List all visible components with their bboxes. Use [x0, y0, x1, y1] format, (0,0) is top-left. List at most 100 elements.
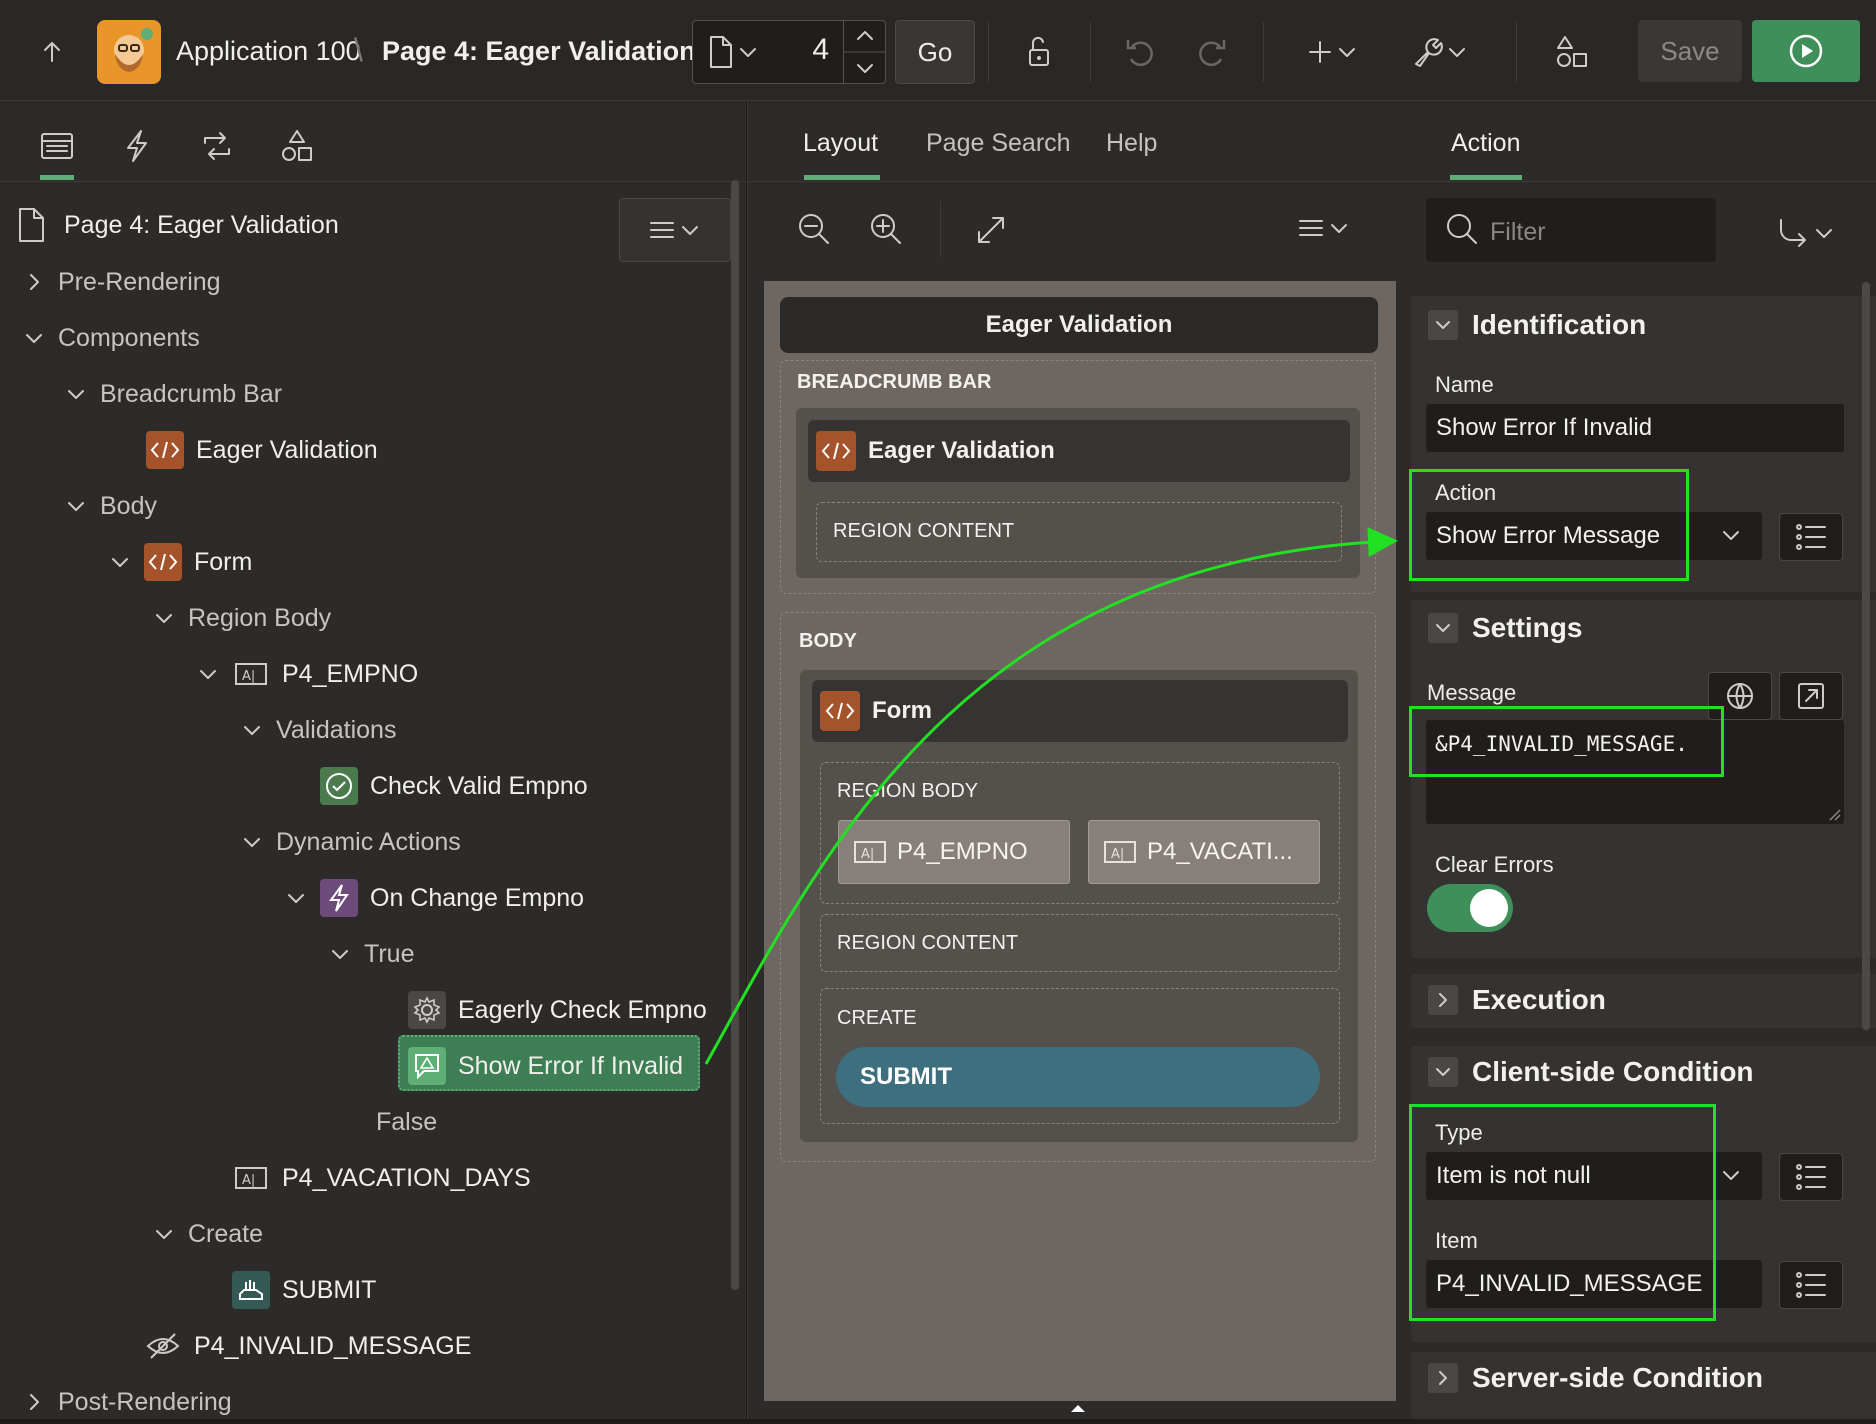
open-editor-button[interactable]	[1779, 672, 1843, 720]
tree-node-dynamic-actions[interactable]: Dynamic Actions	[238, 820, 461, 864]
tree-node-label: Create	[188, 1219, 264, 1248]
chevron-down-icon[interactable]	[106, 548, 134, 576]
chevron-down-icon[interactable]	[1428, 613, 1458, 643]
chevron-down-icon[interactable]	[62, 380, 90, 408]
tree-node-create[interactable]: Create	[150, 1212, 263, 1256]
chevron-down-icon[interactable]	[1720, 1164, 1742, 1186]
tree-node-validations[interactable]: Validations	[238, 708, 396, 752]
lock-icon[interactable]	[1016, 30, 1060, 74]
tree-root-page[interactable]: Page 4: Eager Validation	[64, 211, 339, 240]
clear-errors-toggle[interactable]	[1427, 884, 1513, 932]
chevron-down-icon[interactable]	[282, 884, 310, 912]
redo-icon[interactable]	[1190, 30, 1234, 74]
tree-menu-button[interactable]	[619, 198, 731, 262]
page-stepper[interactable]	[843, 21, 886, 83]
tree-node-eagerly-check-empno[interactable]: Eagerly Check Empno	[408, 988, 707, 1032]
name-field[interactable]: Show Error If Invalid	[1426, 404, 1844, 452]
tree-node-show-error-if-invalid[interactable]: Show Error If Invalid	[408, 1044, 683, 1088]
tree-node-post-rendering[interactable]: Post-Rendering	[20, 1380, 232, 1424]
go-button[interactable]: Go	[895, 20, 975, 84]
expand-icon[interactable]	[974, 213, 1008, 247]
chevron-right-icon[interactable]	[1428, 985, 1458, 1015]
resize-handle-icon[interactable]	[1828, 808, 1842, 822]
chevron-down-icon[interactable]	[238, 828, 266, 856]
position-label: BREADCRUMB BAR	[797, 371, 992, 393]
canvas-submit-button[interactable]: SUBMIT	[836, 1047, 1320, 1107]
breadcrumb-region-header[interactable]: Eager Validation	[808, 420, 1350, 482]
identification-header[interactable]: Identification	[1428, 305, 1646, 345]
tree-node-check-valid-empno[interactable]: Check Valid Empno	[320, 764, 588, 808]
form-region-header[interactable]: Form	[812, 680, 1348, 742]
processing-tab-icon[interactable]	[194, 123, 240, 169]
settings-header[interactable]: Settings	[1428, 608, 1582, 648]
tree-node-p4-invalid-message[interactable]: P4_INVALID_MESSAGE	[144, 1324, 471, 1368]
page-selector[interactable]: 4	[692, 20, 886, 84]
chevron-down-icon[interactable]	[150, 604, 178, 632]
tree-node-eager-validation-region[interactable]: Eager Validation	[146, 428, 378, 472]
server-side-condition-header[interactable]: Server-side Condition	[1428, 1358, 1763, 1398]
layout-menu-button[interactable]	[1292, 213, 1356, 243]
page-title: Page 4: Eager Validation	[382, 36, 696, 66]
chevron-down-icon[interactable]	[1428, 310, 1458, 340]
page-icon[interactable]	[707, 35, 763, 69]
chevron-down-icon[interactable]	[20, 324, 48, 352]
item-list-button[interactable]	[1779, 1261, 1843, 1309]
execution-header[interactable]: Execution	[1428, 980, 1606, 1020]
application-title[interactable]: Application 100	[176, 36, 361, 67]
go-to-group-button[interactable]	[1768, 211, 1848, 255]
collapse-bottom-icon[interactable]	[1068, 1402, 1088, 1414]
tree-node-form[interactable]: Form	[106, 540, 252, 584]
up-arrow-icon[interactable]	[30, 30, 74, 74]
action-list-button[interactable]	[1779, 513, 1843, 561]
tree-node-body[interactable]: Body	[62, 484, 157, 528]
tree-node-true[interactable]: True	[326, 932, 414, 976]
chevron-down-icon[interactable]	[62, 492, 90, 520]
dynamic-actions-tab-icon[interactable]	[114, 123, 160, 169]
chevron-down-icon[interactable]	[326, 940, 354, 968]
page-item-icon: A|	[232, 1159, 270, 1197]
undo-icon[interactable]	[1118, 30, 1162, 74]
tree-node-p4-empno[interactable]: A| P4_EMPNO	[194, 652, 418, 696]
chevron-down-icon[interactable]	[1428, 1057, 1458, 1087]
canvas-item-p4-empno[interactable]: A| P4_EMPNO	[838, 820, 1070, 884]
tree-node-on-change-empno[interactable]: On Change Empno	[282, 876, 584, 920]
tree-scrollbar[interactable]	[731, 180, 739, 1290]
tree-node-breadcrumb-bar[interactable]: Breadcrumb Bar	[62, 372, 282, 416]
tree-node-false[interactable]: False	[376, 1100, 437, 1144]
chevron-down-icon[interactable]	[150, 1220, 178, 1248]
chevron-right-icon[interactable]	[20, 268, 48, 296]
create-plus-icon[interactable]	[1300, 30, 1364, 74]
client-side-condition-header[interactable]: Client-side Condition	[1428, 1052, 1754, 1092]
type-list-button[interactable]	[1779, 1153, 1843, 1201]
tab-layout[interactable]: Layout	[803, 129, 878, 158]
section-title: Client-side Condition	[1472, 1056, 1754, 1087]
zoom-out-icon[interactable]	[796, 211, 832, 247]
rendering-tab-icon[interactable]	[34, 123, 80, 169]
canvas-item-p4-vacation-days[interactable]: A| P4_VACATI...	[1088, 820, 1320, 884]
shared-components-tab-icon[interactable]	[274, 123, 320, 169]
chevron-down-icon[interactable]	[1720, 524, 1742, 546]
tree-node-pre-rendering[interactable]: Pre-Rendering	[20, 260, 221, 304]
tab-page-search[interactable]: Page Search	[926, 129, 1071, 158]
utilities-wrench-icon[interactable]	[1410, 30, 1474, 74]
tab-help[interactable]: Help	[1106, 129, 1157, 158]
chevron-down-icon[interactable]	[194, 660, 222, 688]
chevron-right-icon[interactable]	[20, 1388, 48, 1416]
canvas-page-header[interactable]: Eager Validation	[780, 297, 1378, 353]
chevron-down-icon[interactable]	[238, 716, 266, 744]
section-title: Settings	[1472, 612, 1583, 643]
chevron-right-icon[interactable]	[1428, 1363, 1458, 1393]
save-button[interactable]: Save	[1638, 20, 1742, 82]
tab-action[interactable]: Action	[1451, 129, 1520, 158]
tree-node-region-body[interactable]: Region Body	[150, 596, 331, 640]
tree-node-p4-vacation-days[interactable]: A| P4_VACATION_DAYS	[232, 1156, 531, 1200]
tree-node-components[interactable]: Components	[20, 316, 200, 360]
page-number-input[interactable]: 4	[789, 33, 829, 67]
property-scrollbar[interactable]	[1862, 282, 1870, 1030]
lightning-icon	[320, 879, 358, 917]
message-highlight-box	[1409, 706, 1724, 777]
zoom-in-icon[interactable]	[868, 211, 904, 247]
shared-components-icon[interactable]	[1550, 30, 1594, 74]
run-page-button[interactable]	[1752, 20, 1860, 82]
tree-node-submit[interactable]: SUBMIT	[232, 1268, 376, 1312]
